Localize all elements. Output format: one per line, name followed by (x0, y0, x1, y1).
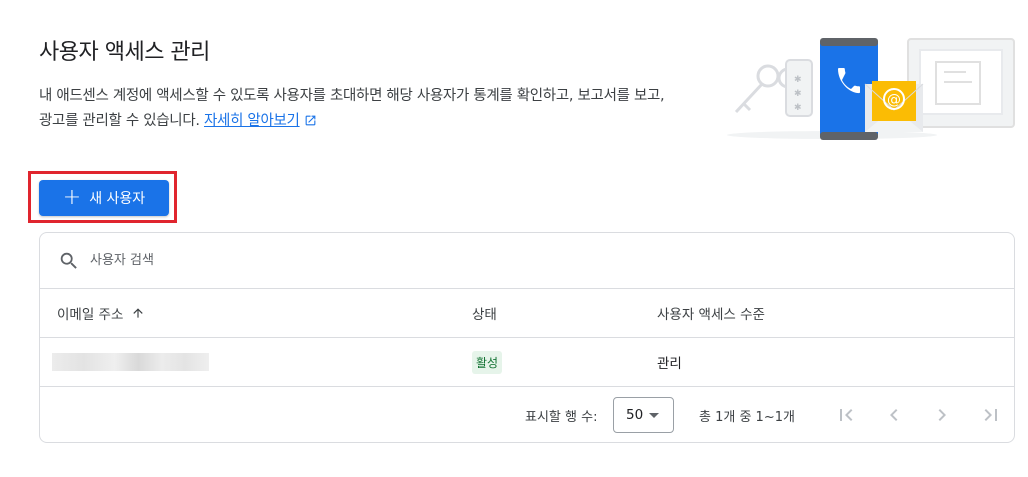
search-icon (60, 252, 77, 269)
chevron-right-icon (938, 409, 946, 421)
learn-more-label: 자세히 알아보기 (204, 113, 300, 129)
svg-text:✱: ✱ (794, 89, 802, 99)
description-text: 내 애드센스 계정에 액세스할 수 있도록 사용자를 초대하면 해당 사용자가 … (39, 88, 665, 129)
column-header-status: 상태 (472, 307, 497, 323)
open-in-new-icon (305, 115, 315, 126)
status-badge: 활성 (472, 350, 503, 374)
first-page-icon (840, 409, 853, 421)
rows-per-page-value: 50 (626, 407, 644, 423)
email-cell (52, 338, 209, 386)
svg-text:✱: ✱ (794, 75, 802, 85)
last-page-icon (984, 409, 997, 421)
redacted-email (52, 353, 209, 371)
svg-text:@: @ (887, 92, 901, 108)
chevron-left-icon (890, 409, 898, 421)
page-title: 사용자 액세스 관리 (39, 40, 210, 65)
column-header-email[interactable]: 이메일 주소 (57, 289, 145, 337)
search-bar (40, 233, 1014, 289)
user-access-illustration: ✱ ✱ ✱ @ (727, 38, 1015, 140)
pagination-range: 총 1개 중 1~1개 (699, 410, 795, 425)
status-cell: 활성 (472, 338, 503, 386)
arrow-up-icon (133, 308, 144, 318)
plus-icon: + (62, 185, 82, 210)
column-header-access: 사용자 액세스 수준 (657, 307, 765, 323)
dropdown-caret-icon (649, 413, 659, 418)
access-level-cell: 관리 (657, 356, 682, 372)
rows-per-page-label: 표시할 행 수: (525, 410, 598, 425)
page-description: 내 애드센스 계정에 액세스할 수 있도록 사용자를 초대하면 해당 사용자가 … (39, 84, 679, 134)
table-pagination: 표시할 행 수: 50 총 1개 중 1~1개 (40, 387, 1014, 442)
column-header-email-label: 이메일 주소 (57, 307, 124, 323)
svg-text:✱: ✱ (794, 103, 802, 113)
last-page-button[interactable] (979, 403, 1003, 427)
previous-page-button[interactable] (882, 403, 906, 427)
table-header: 이메일 주소 상태 사용자 액세스 수준 (40, 289, 1014, 338)
learn-more-link[interactable]: 자세히 알아보기 (204, 113, 317, 129)
rows-per-page-select[interactable]: 50 (613, 397, 674, 433)
next-page-button[interactable] (930, 403, 954, 427)
table-row[interactable]: 활성 관리 (40, 338, 1014, 387)
new-user-label: 새 사용자 (89, 191, 146, 207)
first-page-button[interactable] (834, 403, 858, 427)
new-user-button[interactable]: + 새 사용자 (39, 180, 169, 216)
users-table-card: 이메일 주소 상태 사용자 액세스 수준 활성 관리 표시할 행 수: 50 총… (39, 232, 1015, 443)
search-input[interactable] (90, 253, 490, 268)
